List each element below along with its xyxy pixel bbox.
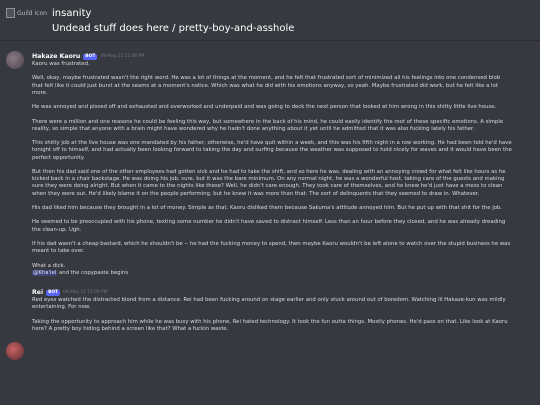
message-line: ​ xyxy=(32,212,532,219)
message-line: But then his dad said one of the other e… xyxy=(32,169,506,176)
message-line: Taking the opportunity to approach him w… xyxy=(32,318,508,325)
timestamp: 09-May-22 11:08 PM xyxy=(100,54,145,59)
message-line: If his dad wasn't a cheap bastard, which… xyxy=(32,241,511,248)
channel-header: Guild icon insanity Undead stuff does he… xyxy=(0,0,540,41)
message-line: more. xyxy=(32,89,48,96)
message-line: Red eyes watched the distracted blond fr… xyxy=(32,297,506,304)
message-line: ​ xyxy=(32,68,532,75)
message-line: What a dick. xyxy=(32,262,66,269)
author-name[interactable]: Rei xyxy=(32,289,43,296)
message-line: that felt like it could just burst at th… xyxy=(32,82,498,89)
bot-tag: BOT xyxy=(83,53,98,60)
guild-icon: Guild icon xyxy=(6,8,47,18)
message: Hakaze Kaoru BOT 09-May-22 11:08 PM Kaor… xyxy=(0,41,540,277)
message-line: His dad liked him because they brought i… xyxy=(32,205,503,212)
message-line: the clean-up. Ugh. xyxy=(32,226,82,233)
user-mention[interactable]: @Kha'iel xyxy=(32,269,58,276)
message-line: entertaining. For now. xyxy=(32,304,91,311)
mention-suffix: and the copypaste begins xyxy=(57,269,129,276)
message-line: He seemed to be preoccupied with his pho… xyxy=(32,219,506,226)
message-line: reality, so simple that anyone with a br… xyxy=(32,125,475,132)
bot-tag: BOT xyxy=(46,289,61,296)
message-line: kicked back in a chair backstage. He was… xyxy=(32,176,505,183)
message-line: sure they were doing alright. But when i… xyxy=(32,183,503,190)
message-header: Hakaze Kaoru BOT 09-May-22 11:08 PM xyxy=(32,41,532,61)
message: Rei BOT 09-May-22 11:09 PM Red eyes watc… xyxy=(0,277,540,333)
channel-name: Undead stuff does here / pretty-boy-and-… xyxy=(52,23,295,34)
message-line: ​ xyxy=(32,162,532,169)
message-content: Kaoru was frustrated. ​ Well, okay, mayb… xyxy=(32,61,532,277)
broken-image-icon xyxy=(6,8,15,18)
message-content: Red eyes watched the distracted blond fr… xyxy=(32,297,532,333)
message-line-with-mention: @Kha'iel and the copypaste begins xyxy=(32,269,532,277)
message-line: ​ xyxy=(32,97,532,104)
author-name[interactable]: Hakaze Kaoru xyxy=(32,53,80,60)
server-name: insanity xyxy=(52,8,92,19)
message-line: perfect opportunity. xyxy=(32,154,85,161)
message-line: ​ xyxy=(32,133,532,140)
message-line: He was annoyed and pissed off and exhaus… xyxy=(32,104,497,111)
message-line: meant to take over. xyxy=(32,248,85,255)
guild-icon-alt-text: Guild icon xyxy=(17,9,47,17)
message-line: Well, okay, maybe frustrated wasn't the … xyxy=(32,75,501,82)
message-line: ​ xyxy=(32,312,532,319)
message-line: when they were out. He'd likely blame it… xyxy=(32,190,480,197)
message-line: ​ xyxy=(32,234,532,241)
message-line: Kaoru was frustrated. xyxy=(32,61,90,67)
message-list[interactable]: Hakaze Kaoru BOT 09-May-22 11:08 PM Kaor… xyxy=(0,41,540,405)
message-line: ​ xyxy=(32,111,532,118)
message-line: here? A pretty boy hiding behind a scree… xyxy=(32,325,229,332)
message-header: Rei BOT 09-May-22 11:09 PM xyxy=(32,277,532,297)
message-line: This shitty job at the live house was on… xyxy=(32,140,512,147)
message-line: There were a million and one reasons he … xyxy=(32,118,504,125)
avatar[interactable] xyxy=(6,342,24,360)
timestamp: 09-May-22 11:09 PM xyxy=(63,290,108,296)
message-line: ​ xyxy=(32,198,532,205)
message-line: ​ xyxy=(32,255,532,262)
message-line: tonight off to himself, and had actually… xyxy=(32,147,512,154)
